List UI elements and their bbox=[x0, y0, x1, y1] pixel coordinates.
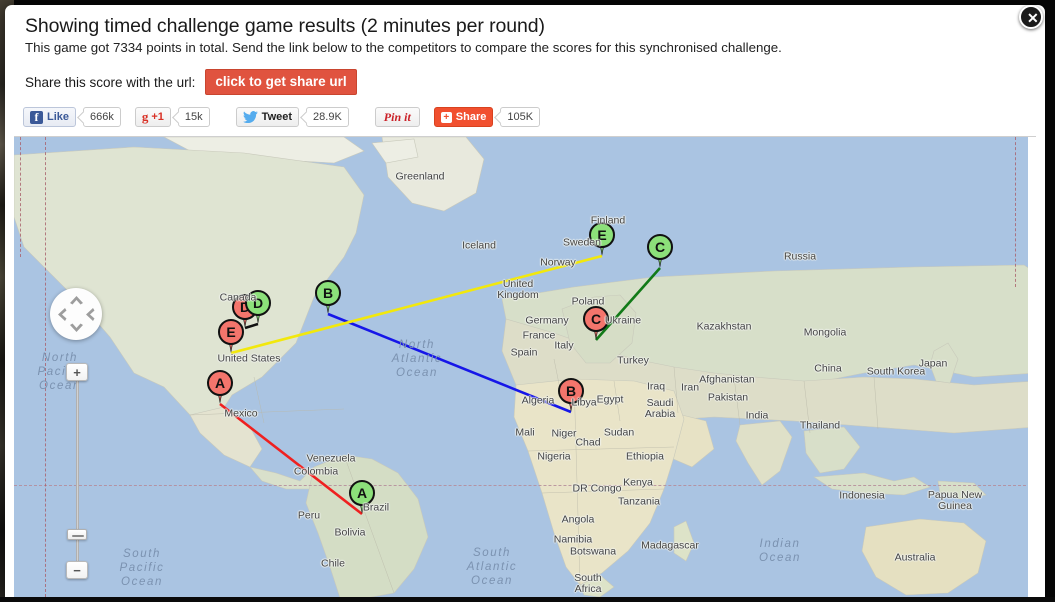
connection-line-B bbox=[327, 312, 572, 414]
twitter-tweet-count[interactable]: 28.9K bbox=[306, 107, 349, 127]
pan-right-icon[interactable] bbox=[85, 307, 95, 322]
marker-label: E bbox=[589, 222, 615, 248]
page-title: Showing timed challenge game results (2 … bbox=[25, 15, 545, 37]
map-marker-A-guess[interactable]: A bbox=[207, 370, 233, 404]
marker-label: D bbox=[245, 290, 271, 316]
twitter-tweet-label: Tweet bbox=[261, 111, 293, 123]
pan-left-icon[interactable] bbox=[57, 307, 67, 322]
marker-label: B bbox=[315, 280, 341, 306]
results-map[interactable]: AABBCCDDEE GreenlandIcelandFinlandSweden… bbox=[14, 136, 1036, 597]
zoom-in-button[interactable]: + bbox=[66, 363, 88, 381]
share-label: Share this score with the url: bbox=[25, 74, 196, 90]
marker-label: C bbox=[647, 234, 673, 260]
facebook-like-button[interactable]: f Like bbox=[23, 107, 77, 127]
modal-header: Showing timed challenge game results (2 … bbox=[5, 5, 1045, 95]
social-share-bar: f Like 666k g +1 15k Tweet 28.9K Pin it … bbox=[23, 106, 1045, 128]
pan-up-icon[interactable] bbox=[69, 295, 84, 305]
facebook-like-label: Like bbox=[47, 111, 70, 123]
map-marker-B-guess[interactable]: B bbox=[558, 378, 584, 412]
zoom-out-button[interactable]: − bbox=[66, 561, 88, 579]
share-plus-icon: + bbox=[440, 111, 452, 123]
map-marker-D-actual[interactable]: D bbox=[245, 290, 271, 324]
marker-label: A bbox=[349, 480, 375, 506]
marker-label: B bbox=[558, 378, 584, 404]
pinterest-pin-button[interactable]: Pin it bbox=[374, 107, 420, 127]
close-icon[interactable]: ✕ bbox=[1019, 5, 1043, 29]
google-plus-one-count[interactable]: 15k bbox=[177, 107, 210, 127]
twitter-tweet-button[interactable]: Tweet bbox=[235, 107, 300, 127]
map-marker-E-guess[interactable]: E bbox=[218, 319, 244, 353]
zoom-slider-thumb[interactable] bbox=[67, 529, 87, 540]
map-marker-A-actual[interactable]: A bbox=[349, 480, 375, 514]
zoom-slider-control[interactable]: + − bbox=[66, 363, 88, 579]
google-plus-one-button[interactable]: g +1 bbox=[134, 107, 171, 127]
page-bottom-edge bbox=[0, 597, 1055, 602]
map-marker-C-actual[interactable]: C bbox=[647, 234, 673, 268]
share-count[interactable]: 105K bbox=[500, 107, 541, 127]
map-marker-B-actual[interactable]: B bbox=[315, 280, 341, 314]
marker-label: A bbox=[207, 370, 233, 396]
map-marker-C-guess[interactable]: C bbox=[583, 306, 609, 340]
share-row: Share this score with the url: click to … bbox=[25, 69, 1045, 95]
share-button[interactable]: + Share bbox=[433, 107, 494, 127]
google-plus-icon: g bbox=[141, 109, 149, 124]
modal-subtitle: This game got 7334 points in total. Send… bbox=[25, 40, 782, 55]
guess-connection-lines bbox=[219, 254, 661, 516]
get-share-url-button[interactable]: click to get share url bbox=[205, 69, 357, 95]
map-right-gutter bbox=[1028, 137, 1036, 597]
marker-label: E bbox=[218, 319, 244, 345]
marker-label: C bbox=[583, 306, 609, 332]
pinterest-pin-label: Pin it bbox=[383, 109, 411, 124]
pan-down-icon[interactable] bbox=[69, 323, 84, 333]
google-plus-one-label: +1 bbox=[151, 111, 164, 123]
pan-compass-control[interactable] bbox=[50, 288, 102, 340]
map-canvas[interactable]: AABBCCDDEE GreenlandIcelandFinlandSweden… bbox=[14, 137, 1036, 597]
facebook-icon: f bbox=[30, 110, 43, 124]
share-label-text: Share bbox=[455, 111, 487, 123]
facebook-like-count[interactable]: 666k bbox=[83, 107, 121, 127]
results-modal: Showing timed challenge game results (2 … bbox=[5, 5, 1045, 597]
map-marker-E-actual[interactable]: E bbox=[589, 222, 615, 256]
twitter-bird-icon bbox=[242, 111, 258, 123]
connection-line-A bbox=[219, 402, 363, 516]
connection-line-E bbox=[230, 254, 603, 355]
